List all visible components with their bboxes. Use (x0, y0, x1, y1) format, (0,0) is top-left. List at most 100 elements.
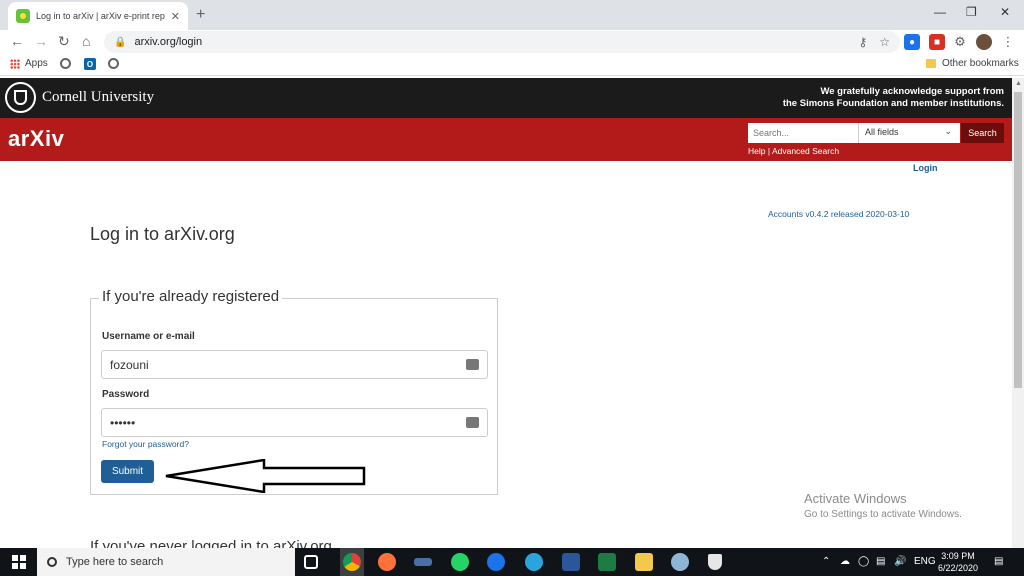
arxiv-logo[interactable]: arXiv (8, 126, 64, 152)
activate-windows-title: Activate Windows (804, 491, 907, 506)
home-icon[interactable]: ⌂ (82, 33, 90, 49)
cornell-seal-icon[interactable] (5, 82, 36, 113)
input-language[interactable]: ENG (914, 556, 936, 567)
key-icon[interactable]: ⚷ (858, 35, 867, 49)
fieldset-legend: If you're already registered (99, 288, 283, 305)
word-icon[interactable] (562, 553, 580, 571)
bookmark-outlook[interactable]: O (84, 58, 96, 70)
apps-grid-icon (10, 58, 20, 69)
tab-title: Log in to arXiv | arXiv e-print rep (36, 11, 165, 21)
login-link[interactable]: Login (913, 163, 938, 173)
username-field[interactable]: fozouni (101, 350, 488, 379)
search-field-value: All fields (865, 127, 899, 137)
bookmark-globe-1[interactable] (60, 58, 71, 69)
bookmark-apps-label: Apps (25, 58, 48, 69)
ack-line-1: We gratefully acknowledge support from (820, 86, 1004, 97)
taskbar-search-placeholder: Type here to search (66, 556, 164, 568)
page-scrollbar[interactable]: ▲ (1012, 78, 1024, 548)
volume-icon[interactable]: 🔊 (894, 556, 906, 567)
extension-badge-icon[interactable]: ■ (929, 34, 945, 50)
task-view-icon[interactable] (304, 555, 318, 569)
cornell-banner: Cornell University We gratefully acknowl… (0, 78, 1012, 118)
left-arrow-annotation-icon (165, 459, 366, 493)
activate-windows-watermark: Activate Windows Go to Settings to activ… (804, 491, 962, 520)
firefox-icon[interactable] (378, 553, 396, 571)
username-label: Username or e-mail (102, 331, 195, 342)
page-viewport: Cornell University We gratefully acknowl… (0, 78, 1012, 548)
search-help-links: Help | Advanced Search (748, 146, 839, 156)
forward-arrow-icon[interactable]: → (34, 33, 48, 49)
network-icon[interactable]: ▤ (876, 556, 885, 567)
reload-icon[interactable]: ↻ (58, 33, 70, 50)
extensions-puzzle-icon[interactable]: ⚙ (952, 34, 968, 50)
defender-icon[interactable]: ◯ (858, 556, 869, 567)
bookmark-apps[interactable]: Apps (10, 58, 48, 69)
browser-tab-active[interactable]: Log in to arXiv | arXiv e-print rep ✕ (8, 2, 188, 30)
back-arrow-icon[interactable]: ← (10, 33, 24, 49)
folder-icon (926, 59, 936, 68)
browser-tab-strip: Log in to arXiv | arXiv e-print rep ✕ + … (0, 0, 1024, 30)
scrollbar-thumb[interactable] (1014, 92, 1022, 388)
whatsapp-icon[interactable] (451, 553, 469, 571)
taskbar-search[interactable]: Type here to search (37, 548, 295, 576)
tab-close-icon[interactable]: ✕ (171, 10, 180, 23)
bookmark-other[interactable]: Other bookmarks (926, 58, 1019, 69)
new-tab-button[interactable]: + (196, 6, 205, 24)
security-shield-icon[interactable] (708, 554, 722, 570)
activate-windows-subtitle: Go to Settings to activate Windows. (804, 509, 962, 520)
extension-account-icon[interactable]: ● (904, 34, 920, 50)
profile-avatar-icon[interactable] (976, 34, 992, 50)
username-value: fozouni (110, 358, 149, 372)
close-window-button[interactable]: ✕ (1000, 5, 1010, 19)
clock-date: 6/22/2020 (937, 563, 979, 573)
onedrive-cloud-icon[interactable]: ☁ (840, 556, 850, 567)
globe-icon (60, 58, 71, 69)
app-icon[interactable] (414, 558, 432, 566)
url-text[interactable]: arxiv.org/login (134, 36, 846, 48)
submit-button[interactable]: Submit (101, 460, 154, 483)
notifications-icon[interactable]: ▤ (994, 556, 1003, 567)
support-acknowledgement[interactable]: We gratefully acknowledge support from t… (783, 86, 1004, 110)
scroll-up-icon[interactable]: ▲ (1015, 80, 1022, 87)
lock-icon[interactable]: 🔒 (114, 37, 126, 48)
app-icon[interactable] (671, 553, 689, 571)
search-field-select[interactable]: All fields ⌄ (858, 123, 960, 143)
chevron-down-icon: ⌄ (944, 126, 952, 136)
address-bar[interactable]: 🔒 arxiv.org/login ⚷ ☆ (104, 31, 900, 53)
bookmark-globe-2[interactable] (108, 58, 119, 69)
clock-time: 3:09 PM (941, 551, 975, 561)
telegram-icon[interactable] (525, 553, 543, 571)
search-button[interactable]: Search (961, 123, 1004, 143)
windows-taskbar: Type here to search ⌃ ☁ ◯ ▤ 🔊 ENG 3:09 P… (0, 548, 1024, 576)
section-heading-new-users: If you've never logged in to arXiv.org (90, 538, 332, 548)
minimize-button[interactable]: — (934, 5, 946, 19)
windows-start-icon[interactable] (12, 555, 26, 569)
file-explorer-icon[interactable] (635, 553, 653, 571)
accounts-version-text[interactable]: Accounts v0.4.2 released 2020-03-10 (768, 209, 909, 219)
search-icon (47, 557, 57, 567)
advanced-search-link[interactable]: Advanced Search (772, 146, 839, 156)
app-blue-icon[interactable] (487, 553, 505, 571)
password-label: Password (102, 389, 150, 400)
bookmark-star-icon[interactable]: ☆ (879, 35, 890, 49)
browser-toolbar: ← → ↻ ⌂ 🔒 arxiv.org/login ⚷ ☆ ● ■ ⚙ ⋮ (0, 30, 1024, 54)
other-bookmarks-label: Other bookmarks (942, 58, 1019, 69)
chrome-icon[interactable] (343, 553, 361, 571)
restore-button[interactable]: ❐ (966, 5, 977, 19)
tray-chevron-up-icon[interactable]: ⌃ (822, 556, 830, 567)
system-clock[interactable]: 3:09 PM 6/22/2020 (936, 550, 980, 574)
ack-line-2: the Simons Foundation and member institu… (782, 98, 1004, 109)
bookmarks-bar: Apps O Other bookmarks (0, 54, 1024, 76)
password-manager-icon[interactable] (466, 359, 479, 370)
password-value: •••••• (110, 416, 136, 430)
password-manager-icon[interactable] (466, 417, 479, 428)
excel-icon[interactable] (598, 553, 616, 571)
globe-icon (108, 58, 119, 69)
page-title: Log in to arXiv.org (90, 224, 235, 244)
search-input[interactable] (748, 123, 858, 143)
cornell-university-link[interactable]: Cornell University (42, 89, 154, 106)
forgot-password-link[interactable]: Forgot your password? (102, 439, 189, 449)
help-link[interactable]: Help (748, 146, 765, 156)
password-field[interactable]: •••••• (101, 408, 488, 437)
browser-menu-icon[interactable]: ⋮ (1000, 34, 1016, 50)
